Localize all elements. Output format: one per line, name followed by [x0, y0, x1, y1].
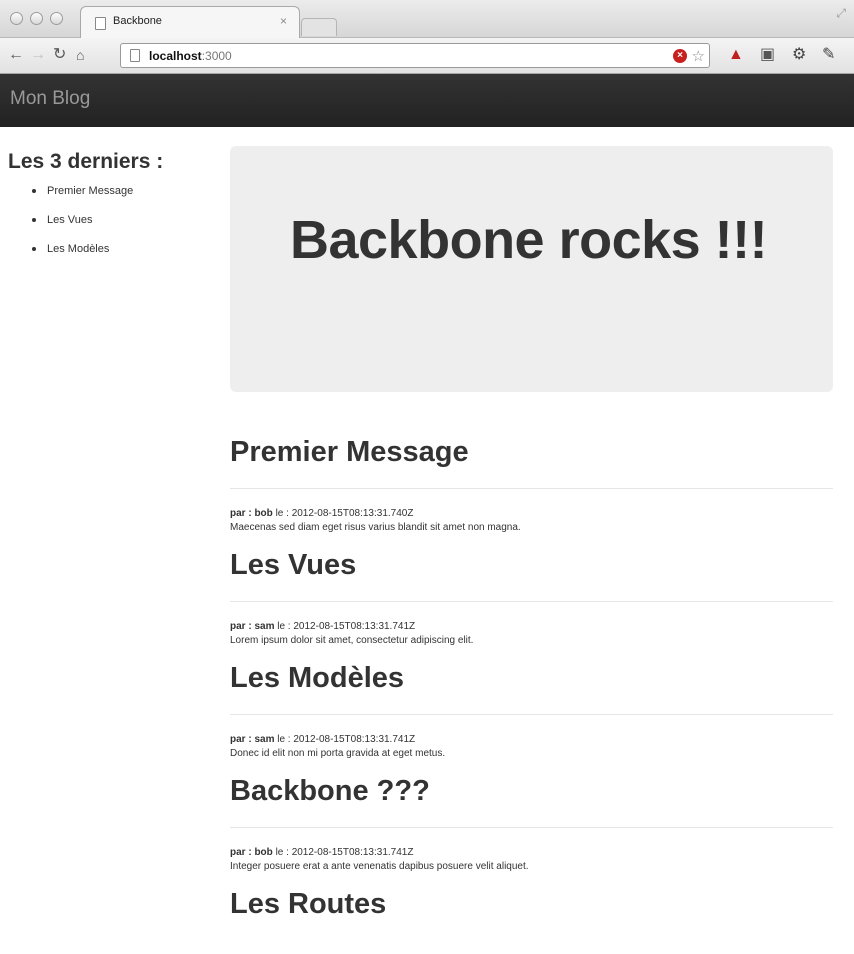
wrench-icon[interactable]: ✎ [822, 46, 835, 64]
post-body: Lorem ipsum dolor sit amet, consectetur … [230, 635, 474, 646]
forward-icon[interactable]: → [30, 46, 46, 64]
url-text: localhost:3000 [149, 49, 232, 63]
post-date: 2012-08-15T08:13:31.741Z [293, 734, 416, 745]
divider [230, 714, 833, 715]
post-date: 2012-08-15T08:13:31.741Z [291, 847, 414, 858]
posts-list: Premier Message par : bob le : 2012-08-1… [230, 432, 833, 924]
address-bar[interactable]: localhost:3000 × ☆ [120, 43, 710, 68]
browser-tab[interactable]: Backbone × [80, 6, 300, 38]
post-title: Les Modèles [230, 662, 405, 694]
post: Les Vues par : sam le : 2012-08-15T08:13… [230, 545, 833, 648]
divider [230, 488, 833, 489]
fullscreen-icon[interactable]: ⤢ [836, 6, 846, 21]
post-body: Maecenas sed diam eget risus varius blan… [230, 522, 521, 533]
page-icon [130, 49, 140, 62]
sidebar-item-premier-message[interactable]: Premier Message [30, 184, 218, 213]
post-title: Premier Message [230, 436, 469, 468]
post: Les Routes [230, 884, 833, 924]
tab-title: Backbone [113, 15, 162, 27]
reload-icon[interactable]: ↻ [53, 46, 66, 64]
post-author: sam [254, 621, 275, 632]
page-icon [95, 17, 106, 30]
brand-link[interactable]: Mon Blog [10, 88, 90, 110]
zoom-window-button[interactable] [50, 12, 63, 25]
post-meta: par : bob le : 2012-08-15T08:13:31.741Z [230, 847, 414, 858]
hero-unit: Backbone rocks !!! [230, 146, 833, 392]
extension-car-icon[interactable]: ▲ [728, 46, 744, 64]
post-author: sam [254, 734, 275, 745]
tab-close-icon[interactable]: × [280, 14, 287, 28]
post-date: 2012-08-15T08:13:31.741Z [293, 621, 416, 632]
minimize-window-button[interactable] [30, 12, 43, 25]
hero-title: Backbone rocks !!! [290, 210, 768, 270]
home-icon[interactable]: ⌂ [76, 46, 84, 64]
blocked-icon[interactable]: × [673, 49, 687, 63]
settings-gear-icon[interactable]: ⚙ [792, 46, 806, 64]
close-window-button[interactable] [10, 12, 23, 25]
post-title: Les Vues [230, 549, 357, 581]
browser-toolbar: ← → ↻ ⌂ localhost:3000 × ☆ ▲ ▣ ⚙ ✎ [0, 38, 854, 74]
new-tab-button[interactable] [301, 18, 337, 36]
post: Premier Message par : bob le : 2012-08-1… [230, 432, 833, 535]
post-meta: par : bob le : 2012-08-15T08:13:31.740Z [230, 508, 414, 519]
post-author: bob [254, 508, 273, 519]
divider [230, 601, 833, 602]
back-icon[interactable]: ← [8, 46, 24, 64]
extension-puzzle-icon[interactable]: ▣ [760, 46, 775, 64]
post: Les Modèles par : sam le : 2012-08-15T08… [230, 658, 833, 761]
sidebar-item-les-vues[interactable]: Les Vues [30, 213, 218, 242]
site-navbar: Mon Blog [0, 74, 854, 127]
sidebar-title: Les 3 derniers : [8, 150, 164, 173]
sidebar: Les 3 derniers : Premier Message Les Vue… [8, 150, 218, 271]
post-author: bob [254, 847, 273, 858]
post-meta: par : sam le : 2012-08-15T08:13:31.741Z [230, 621, 416, 632]
post-title: Les Routes [230, 888, 387, 920]
divider [230, 827, 833, 828]
post-body: Integer posuere erat a ante venenatis da… [230, 861, 529, 872]
post-meta: par : sam le : 2012-08-15T08:13:31.741Z [230, 734, 416, 745]
post-body: Donec id elit non mi porta gravida at eg… [230, 748, 446, 759]
bookmark-star-icon[interactable]: ☆ [692, 47, 705, 65]
post-date: 2012-08-15T08:13:31.740Z [291, 508, 414, 519]
recent-posts-list: Premier Message Les Vues Les Modèles [30, 184, 218, 271]
post-title: Backbone ??? [230, 775, 430, 807]
sidebar-item-les-modeles[interactable]: Les Modèles [30, 242, 218, 271]
post: Backbone ??? par : bob le : 2012-08-15T0… [230, 771, 833, 874]
browser-tab-strip: Backbone × ⤢ [0, 0, 854, 38]
